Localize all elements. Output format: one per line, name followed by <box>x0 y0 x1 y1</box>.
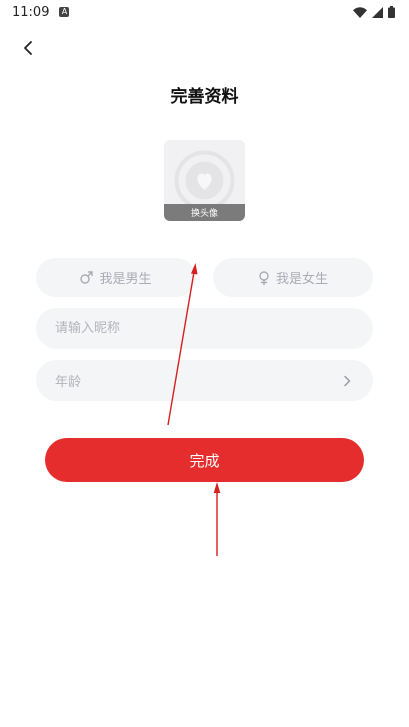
chevron-left-icon <box>24 41 32 55</box>
male-option-button[interactable]: 我是男生 <box>36 258 196 297</box>
chevron-right-icon <box>344 375 351 386</box>
nickname-field <box>36 308 373 349</box>
nickname-input[interactable] <box>55 321 351 336</box>
male-symbol-icon <box>80 271 94 284</box>
arrow-to-done-icon <box>213 482 221 556</box>
female-option-label: 我是女生 <box>275 272 328 287</box>
age-placeholder: 年龄 <box>55 375 82 390</box>
wifi-icon <box>353 6 367 18</box>
done-button[interactable]: 完成 <box>45 438 364 482</box>
heart-avatar-icon <box>174 150 235 211</box>
female-symbol-icon <box>259 270 269 285</box>
back-button[interactable] <box>14 34 42 62</box>
age-selector[interactable]: 年龄 <box>36 360 373 401</box>
page-title: 完善资料 <box>170 87 239 107</box>
status-time: 11:09 <box>12 4 50 20</box>
signal-icon <box>372 6 383 18</box>
male-option-label: 我是男生 <box>99 272 152 287</box>
app-notification-icon: A <box>59 7 70 17</box>
battery-icon <box>388 6 395 18</box>
gender-selector: 我是男生 我是女生 <box>36 258 373 297</box>
change-avatar-label: 换头像 <box>164 204 245 221</box>
status-bar: 11:09 A <box>0 0 409 24</box>
avatar-picker[interactable]: 换头像 <box>164 140 245 221</box>
status-right <box>353 6 395 18</box>
female-option-button[interactable]: 我是女生 <box>213 258 373 297</box>
status-left: 11:09 A <box>12 4 70 20</box>
